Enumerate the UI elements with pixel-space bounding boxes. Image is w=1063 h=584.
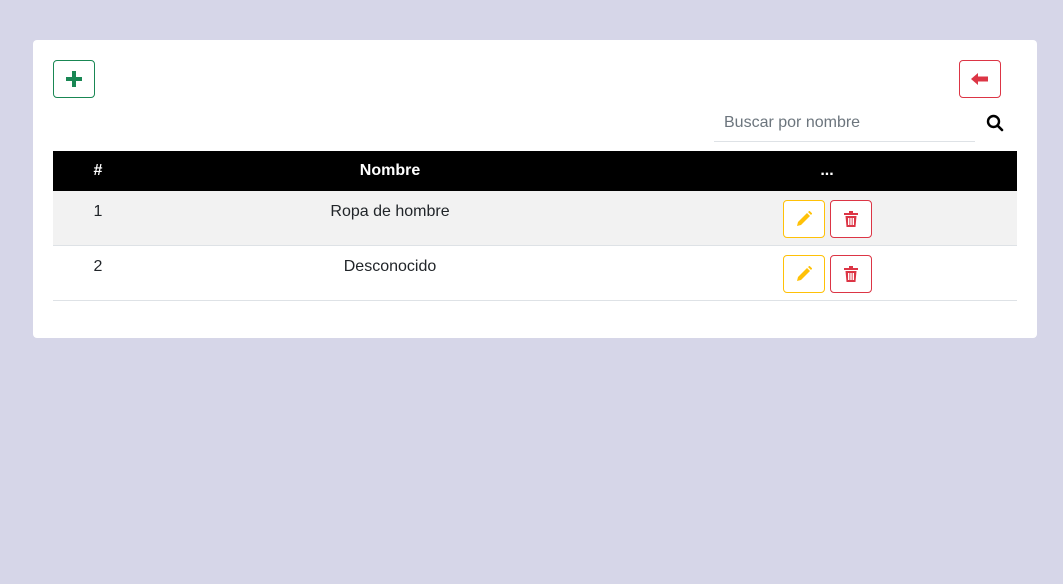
edit-button[interactable] (782, 200, 825, 238)
add-button[interactable] (53, 60, 95, 98)
search-field (714, 104, 975, 142)
header-number: # (93, 162, 103, 179)
row-actions (637, 246, 1017, 300)
back-button[interactable] (959, 60, 1001, 98)
pencil-icon (796, 266, 812, 281)
search-input[interactable] (714, 104, 975, 141)
edit-button[interactable] (782, 255, 825, 293)
pencil-icon (796, 211, 812, 226)
row-number: 2 (93, 258, 103, 275)
table-header: # Nombre ... (53, 151, 1017, 191)
header-name: Nombre (359, 162, 421, 179)
search-button[interactable] (984, 112, 1006, 134)
row-name: Desconocido (343, 258, 437, 275)
row-name: Ropa de hombre (330, 203, 450, 220)
delete-button[interactable] (829, 200, 872, 238)
plus-icon (66, 71, 82, 87)
table-row: 1 Ropa de hombre (53, 191, 1017, 246)
table-row: 2 Desconocido (53, 246, 1017, 301)
trash-icon (843, 211, 858, 227)
row-number: 1 (93, 203, 103, 220)
arrow-left-icon (971, 73, 988, 85)
trash-icon (843, 266, 858, 282)
main-card: # Nombre ... 1 Ropa de hombre (33, 40, 1037, 338)
delete-button[interactable] (829, 255, 872, 293)
search-icon (986, 114, 1004, 132)
categories-table: # Nombre ... 1 Ropa de hombre 2 Desconoc… (53, 151, 1017, 301)
header-actions: ... (820, 162, 834, 179)
row-actions (637, 191, 1017, 245)
